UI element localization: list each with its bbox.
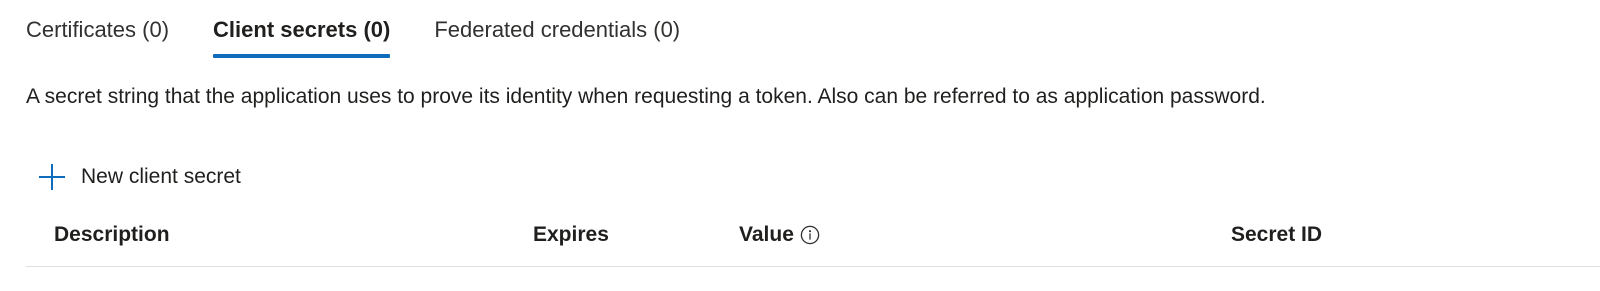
client-secrets-description: A secret string that the application use… — [26, 85, 1266, 108]
info-icon[interactable] — [800, 225, 820, 245]
secrets-table-header: Description Expires Value Secret ID — [26, 220, 1600, 267]
new-client-secret-label: New client secret — [81, 165, 241, 188]
tab-federated-credentials[interactable]: Federated credentials (0) — [434, 0, 680, 60]
new-client-secret-button[interactable]: New client secret — [38, 160, 241, 194]
column-header-description[interactable]: Description — [54, 223, 170, 247]
column-header-description-label: Description — [54, 223, 170, 246]
column-header-value-label: Value — [739, 223, 794, 246]
column-header-value[interactable]: Value — [739, 223, 820, 247]
tab-client-secrets[interactable]: Client secrets (0) — [213, 0, 391, 60]
column-header-expires[interactable]: Expires — [533, 223, 609, 247]
plus-icon — [38, 163, 66, 191]
column-header-secret-id[interactable]: Secret ID — [1231, 223, 1322, 247]
column-header-expires-label: Expires — [533, 223, 609, 246]
tab-bar: Certificates (0) Client secrets (0) Fede… — [26, 0, 724, 60]
column-header-secret-id-label: Secret ID — [1231, 223, 1323, 246]
tab-certificates[interactable]: Certificates (0) — [26, 0, 169, 60]
